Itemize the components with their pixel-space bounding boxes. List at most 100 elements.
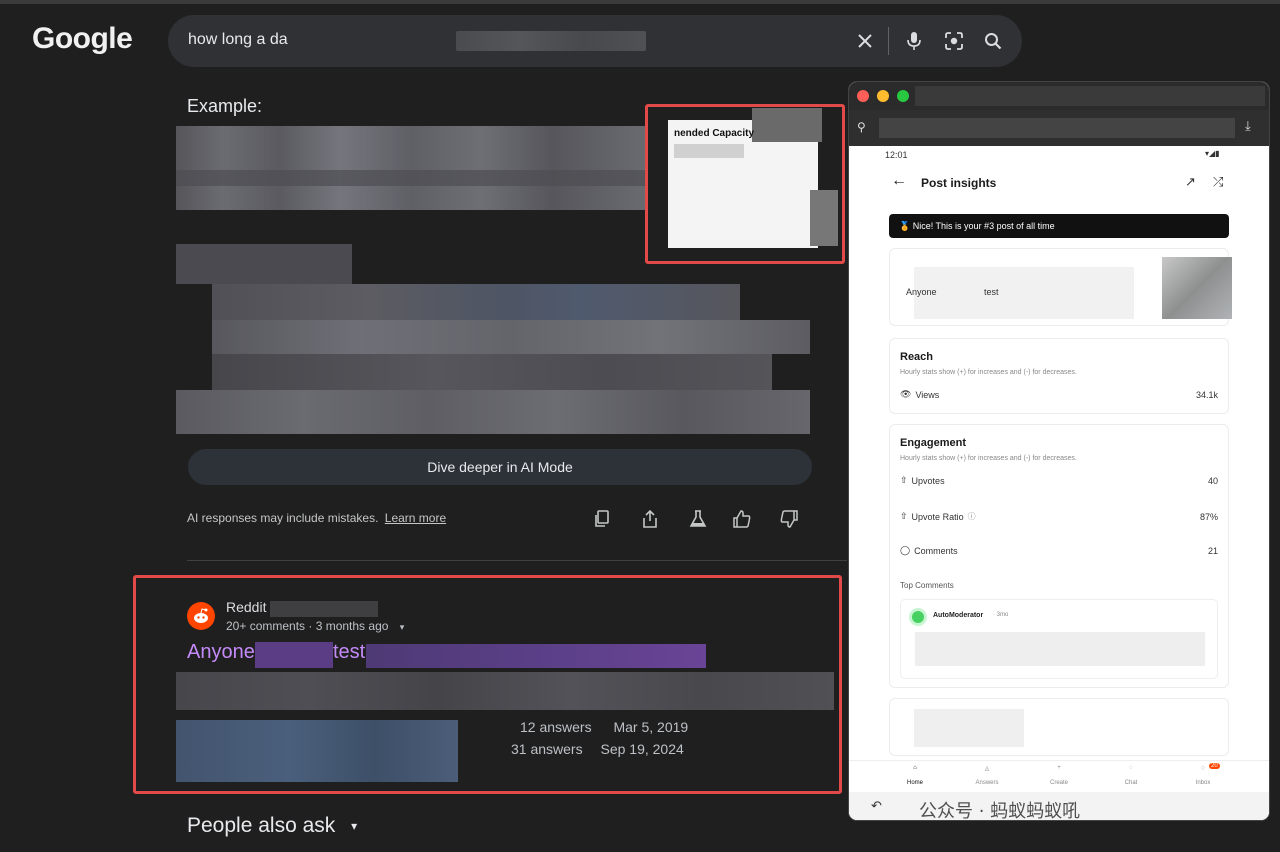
- automoderator-avatar-icon: [909, 608, 927, 626]
- learn-more-link[interactable]: Learn more: [385, 511, 446, 525]
- phone-status-icons: ▾◢▮: [1205, 149, 1220, 158]
- nav-home[interactable]: ⌂ Home: [885, 765, 945, 786]
- reddit-app-screen: 12:01 ▾◢▮ ← Post insights ↗ ⤮ 🏅 Nice! Th…: [849, 146, 1269, 820]
- top-comment-card[interactable]: AutoModerator · 3mo: [900, 599, 1218, 679]
- copy-icon[interactable]: [590, 507, 614, 531]
- comments-label: Comments: [914, 545, 958, 556]
- nav-home-label: Home: [906, 780, 923, 786]
- top-comments-label: Top Comments: [900, 581, 954, 590]
- system-controls-bar: ↶ 公众号 · 蚂蚁蚂蚁吼: [849, 792, 1269, 820]
- close-window-icon[interactable]: [857, 90, 869, 102]
- people-also-ask-heading[interactable]: People also ask ▾: [187, 814, 357, 838]
- lab-flask-icon[interactable]: [686, 507, 710, 531]
- upvote-ratio-value: 87%: [1199, 511, 1218, 522]
- thumbs-down-icon[interactable]: [777, 507, 801, 531]
- watermark-text: 公众号 · 蚂蚁蚂蚁吼: [919, 801, 1081, 820]
- bell-icon: ♢: [1200, 766, 1206, 772]
- views-value: 34.1k: [1195, 389, 1218, 400]
- share-icon[interactable]: ↗: [1185, 174, 1196, 190]
- engagement-heading: Engagement: [900, 437, 967, 449]
- search-query[interactable]: how long a da: [188, 31, 288, 49]
- nav-chat-label: Chat: [1124, 780, 1138, 786]
- nav-answers-label: Answers: [975, 780, 999, 786]
- phone-mirror-window[interactable]: ⚲ ⤓ 12:01 ▾◢▮ ← Post insights ↗ ⤮ 🏅 Nice…: [849, 82, 1269, 820]
- comments-value: 21: [1207, 545, 1218, 556]
- info-icon[interactable]: ⓘ: [968, 511, 976, 522]
- nav-inbox-label: Inbox: [1195, 780, 1211, 786]
- microphone-icon[interactable]: [901, 28, 927, 54]
- reach-card: Reach Hourly stats show (+) for increase…: [889, 338, 1229, 414]
- comment-redacted-2: [914, 709, 1024, 747]
- people-also-ask-label: People also ask: [187, 814, 336, 837]
- example-label: Example:: [187, 96, 263, 116]
- window-titlebar[interactable]: [849, 82, 1269, 110]
- chat-icon: ◌: [1129, 765, 1133, 771]
- window-toolbar: ⚲ ⤓: [849, 110, 1269, 146]
- comment-time: · 3mo: [993, 612, 1009, 618]
- post-title-b: test: [984, 287, 999, 297]
- eye-icon: 👁: [900, 389, 912, 399]
- nav-create-label: Create: [1049, 780, 1068, 786]
- nav-answers[interactable]: ◬ Answers: [957, 765, 1017, 786]
- engagement-card: Engagement Hourly stats show (+) for inc…: [889, 424, 1229, 688]
- reach-heading: Reach: [900, 351, 934, 363]
- second-comment-card[interactable]: [889, 698, 1229, 756]
- highlight-box-thumbnail: [645, 104, 845, 264]
- views-row: 👁 Views 34.1k: [900, 389, 1218, 400]
- google-logo[interactable]: Google: [32, 22, 133, 56]
- titlebar-redacted: [915, 86, 1265, 106]
- highlight-box-result: [133, 575, 842, 794]
- lens-camera-icon[interactable]: [941, 28, 967, 54]
- views-label: Views: [915, 389, 940, 400]
- disclaimer-text: AI responses may include mistakes.: [187, 511, 379, 525]
- share-icon[interactable]: [638, 507, 662, 531]
- inbox-badge: 20: [1209, 763, 1220, 769]
- settings-toggle-icon[interactable]: ⚲: [857, 120, 866, 134]
- home-icon: ⌂: [913, 765, 917, 771]
- post-preview-card[interactable]: Anyone test: [889, 248, 1232, 326]
- nav-chat[interactable]: ◌ Chat: [1101, 765, 1161, 786]
- chevron-down-icon: ▾: [351, 819, 358, 834]
- answers-icon: ◬: [984, 766, 990, 772]
- thumbs-up-icon[interactable]: [730, 507, 754, 531]
- search-query-redacted: [456, 31, 646, 51]
- upvotes-label: Upvotes: [911, 475, 945, 486]
- section-divider: [187, 560, 847, 561]
- upvote-ratio-icon: ⇧: [900, 511, 908, 521]
- phone-status-time: 12:01: [885, 150, 908, 160]
- upvotes-value: 40: [1207, 475, 1218, 486]
- nav-inbox[interactable]: ♢ Inbox 20: [1173, 763, 1233, 786]
- minimize-window-icon[interactable]: [877, 90, 889, 102]
- post-insights-title: Post insights: [921, 176, 997, 190]
- comment-redacted: [915, 632, 1205, 666]
- post-title-redacted: [914, 267, 1134, 319]
- search-divider: [888, 27, 889, 55]
- bottom-nav: ⌂ Home ◬ Answers + Create ◌ Chat ♢ Inbox 20: [849, 760, 1269, 792]
- comment-author[interactable]: AutoModerator: [933, 612, 983, 619]
- engagement-subtitle: Hourly stats show (+) for increases and …: [900, 455, 1077, 462]
- upvotes-row: ⇧ Upvotes 40: [900, 475, 1218, 486]
- download-icon[interactable]: ⤓: [1245, 118, 1251, 134]
- back-icon[interactable]: ↶: [871, 798, 882, 814]
- search-icon[interactable]: [980, 28, 1006, 54]
- maximize-window-icon[interactable]: [897, 90, 909, 102]
- upvote-ratio-label: Upvote Ratio: [911, 511, 964, 522]
- nav-create[interactable]: + Create: [1029, 765, 1089, 786]
- toolbar-redacted: [879, 118, 1235, 138]
- post-thumbnail: [1162, 257, 1232, 319]
- clear-icon[interactable]: [852, 28, 878, 54]
- search-bar[interactable]: how long a da: [168, 15, 1022, 67]
- crosspost-icon[interactable]: ⤮: [1213, 174, 1223, 190]
- plus-icon: +: [1057, 765, 1061, 771]
- dive-deeper-ai-mode-button[interactable]: Dive deeper in AI Mode: [188, 449, 812, 485]
- comments-row: ◯ Comments 21: [900, 545, 1218, 556]
- back-arrow-icon[interactable]: ←: [891, 172, 907, 190]
- reach-subtitle: Hourly stats show (+) for increases and …: [900, 369, 1077, 376]
- achievement-banner: 🏅 Nice! This is your #3 post of all time: [889, 214, 1229, 238]
- browser-top-edge: [0, 0, 1280, 4]
- upvote-icon: ⇧: [900, 475, 908, 485]
- post-title-a: Anyone: [906, 287, 937, 297]
- upvote-ratio-row: ⇧ Upvote Ratio ⓘ 87%: [900, 511, 1218, 522]
- ai-disclaimer: AI responses may include mistakes. Learn…: [187, 511, 446, 525]
- comment-bubble-icon: ◯: [900, 545, 911, 555]
